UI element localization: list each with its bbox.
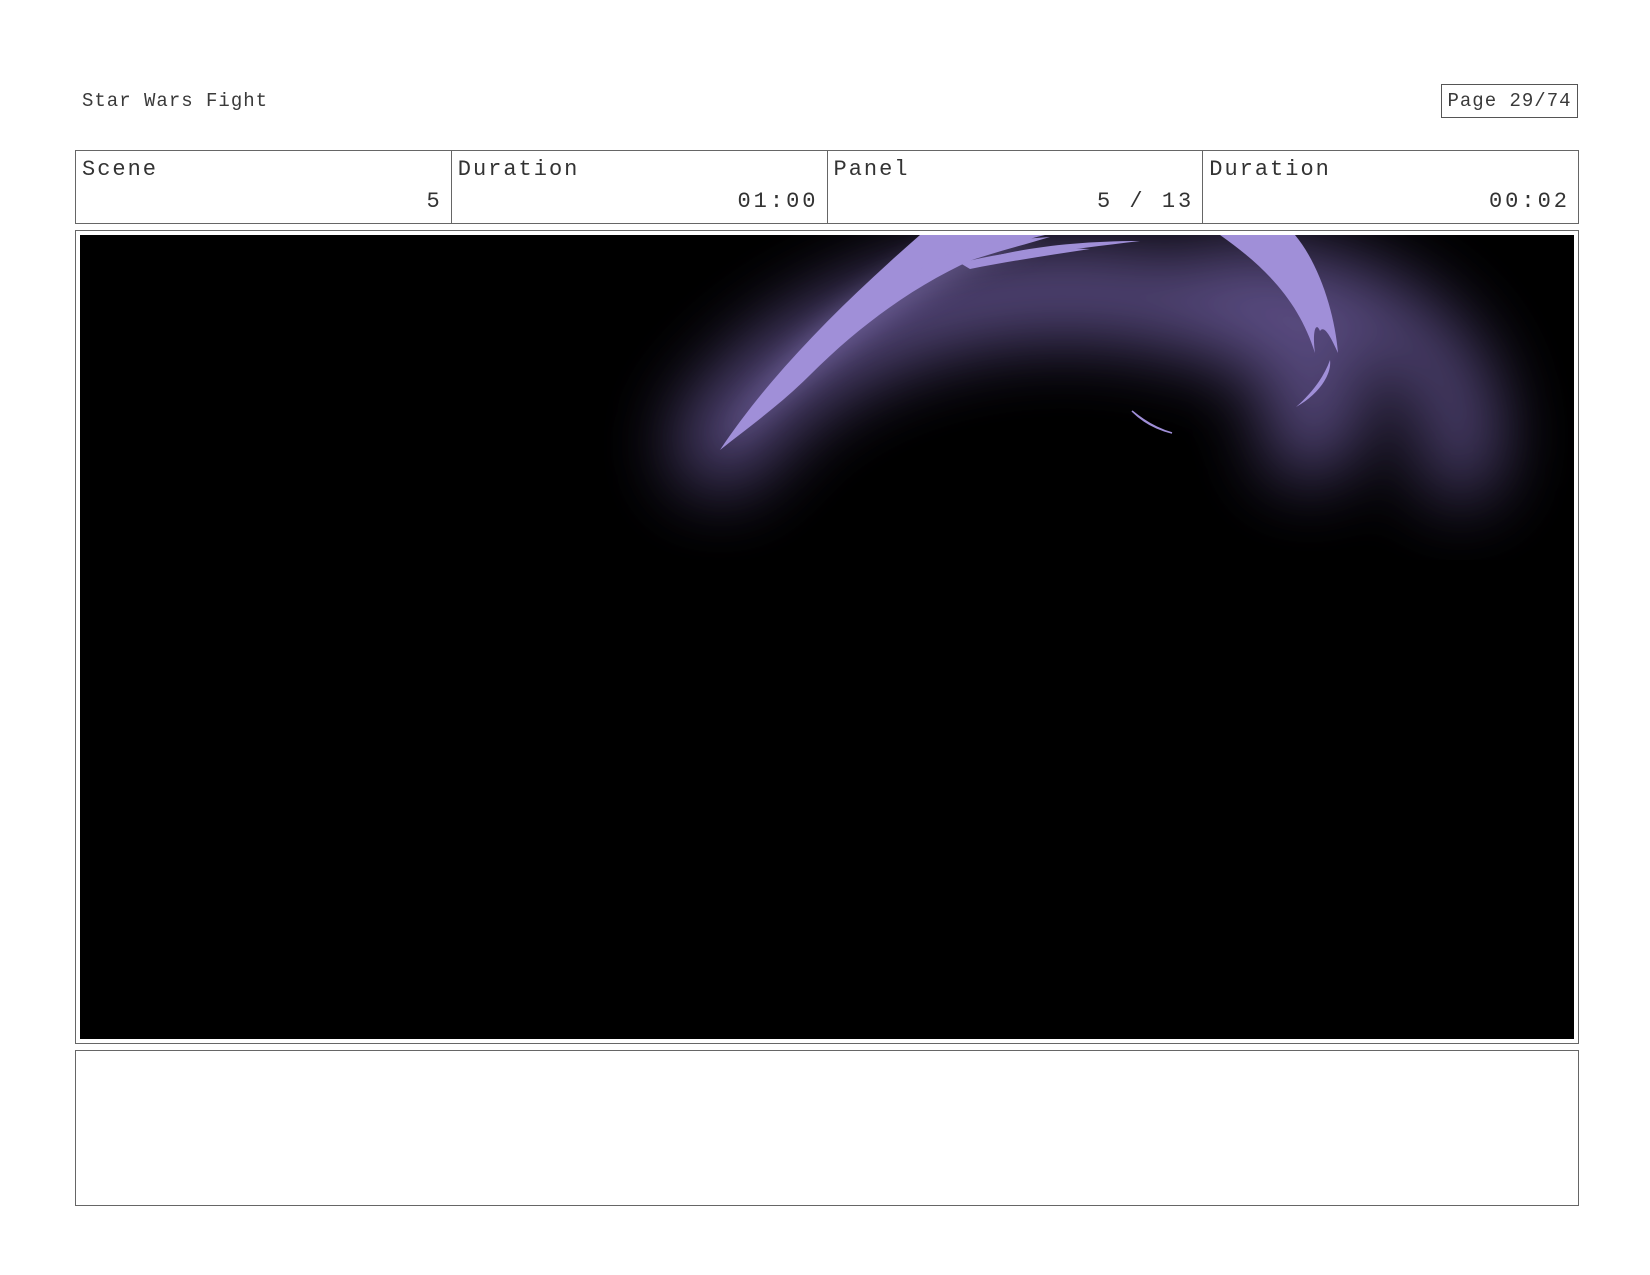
lightsaber-swing-drawing <box>80 235 1574 1039</box>
scene-value: 5 <box>426 189 443 214</box>
scene-duration-label: Duration <box>457 157 580 182</box>
panel-notes-box <box>75 1050 1579 1206</box>
scene-duration-cell: Duration 01:00 <box>452 151 828 223</box>
scene-cell: Scene 5 <box>76 151 452 223</box>
storyboard-panel-image <box>80 235 1574 1039</box>
scene-duration-value: 01:00 <box>737 189 819 214</box>
panel-duration-cell: Duration 00:02 <box>1203 151 1578 223</box>
storyboard-panel-frame <box>75 230 1579 1044</box>
panel-duration-label: Duration <box>1209 157 1331 182</box>
panel-duration-value: 00:02 <box>1488 189 1570 214</box>
panel-label: Panel <box>833 157 910 182</box>
panel-cell: Panel 5 / 13 <box>828 151 1204 223</box>
panel-info-row: Scene 5 Duration 01:00 Panel 5 / 13 Dura… <box>75 150 1579 224</box>
panel-value: 5 / 13 <box>1097 189 1195 214</box>
scene-label: Scene <box>82 157 159 182</box>
project-title: Star Wars Fight <box>82 90 269 112</box>
page-number-box: Page 29/74 <box>1441 84 1578 118</box>
